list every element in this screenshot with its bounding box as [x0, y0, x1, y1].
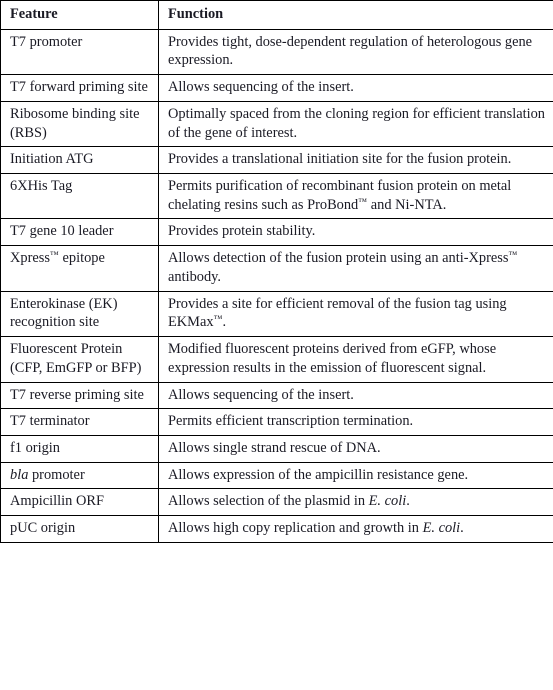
- cell-function: Provides a translational initiation site…: [158, 146, 553, 175]
- trademark-symbol: ™: [213, 313, 223, 324]
- italic-term: E. coli: [368, 493, 407, 510]
- cell-feature: bla promoter: [0, 462, 159, 490]
- table-row: T7 reverse priming site Allows sequencing…: [0, 382, 553, 410]
- cell-function: Allows detection of the fusion protein u…: [158, 245, 553, 292]
- cell-feature: Xpress™ epitope: [0, 245, 159, 292]
- cell-feature: 6XHis Tag: [0, 173, 159, 220]
- table-row: f1 origin Allows single strand rescue of …: [0, 435, 553, 463]
- cell-feature: T7 promoter: [0, 29, 159, 76]
- feature-function-table: Feature Function T7 promoter Provides tig…: [0, 0, 553, 543]
- cell-function: Allows selection of the plasmid in E. co…: [158, 488, 553, 517]
- trademark-symbol: ™: [508, 249, 518, 260]
- table-row: Xpress™ epitope Allows detection of the f…: [0, 245, 553, 292]
- table-row: Ampicillin ORF Allows selection of the pl…: [0, 488, 553, 517]
- cell-feature: Fluorescent Protein (CFP, EmGFP or BFP): [0, 336, 159, 383]
- cell-function: Allows high copy replication and growth …: [158, 515, 553, 543]
- table-row: Enterokinase (EK) recognition site Provid…: [0, 291, 553, 338]
- table-row: Fluorescent Protein (CFP, EmGFP or BFP) M…: [0, 336, 553, 383]
- table-row: T7 promoter Provides tight, dose-dependen…: [0, 29, 553, 76]
- table-row: Initiation ATG Provides a translational i…: [0, 146, 553, 175]
- cell-function: Permits efficient transcription terminat…: [158, 408, 553, 436]
- cell-function: Modified fluorescent proteins derived fr…: [158, 336, 553, 383]
- table-row: T7 terminator Permits efficient transcrip…: [0, 408, 553, 436]
- cell-feature: T7 forward priming site: [0, 74, 159, 102]
- cell-function: Optimally spaced from the cloning region…: [158, 101, 553, 148]
- table-row: Ribosome binding site (RBS) Optimally spa…: [0, 101, 553, 148]
- trademark-symbol: ™: [358, 196, 368, 207]
- italic-term: bla: [10, 466, 29, 483]
- cell-function: Provides protein stability.: [158, 218, 553, 247]
- table-row: bla promoter Allows expression of the amp…: [0, 462, 553, 490]
- cell-function: Permits purification of recombinant fusi…: [158, 173, 553, 220]
- table-body: T7 promoter Provides tight, dose-dependen…: [0, 29, 553, 543]
- table-row: 6XHis Tag Permits purification of recombi…: [0, 173, 553, 220]
- table-header-row: Feature Function: [0, 0, 553, 30]
- column-header-function: Function: [158, 0, 553, 30]
- cell-feature: Enterokinase (EK) recognition site: [0, 291, 159, 338]
- table-row: T7 gene 10 leader Provides protein stabil…: [0, 218, 553, 247]
- cell-function: Allows single strand rescue of DNA.: [158, 435, 553, 463]
- cell-function: Provides a site for efficient removal of…: [158, 291, 553, 338]
- cell-feature: Ampicillin ORF: [0, 488, 159, 517]
- cell-feature: T7 terminator: [0, 408, 159, 436]
- cell-function: Allows expression of the ampicillin resi…: [158, 462, 553, 490]
- trademark-symbol: ™: [49, 249, 59, 260]
- cell-function: Allows sequencing of the insert.: [158, 382, 553, 410]
- cell-function: Allows sequencing of the insert.: [158, 74, 553, 102]
- cell-feature: T7 reverse priming site: [0, 382, 159, 410]
- cell-feature: Ribosome binding site (RBS): [0, 101, 159, 148]
- cell-feature: Initiation ATG: [0, 146, 159, 175]
- italic-term: E. coli: [422, 520, 461, 537]
- cell-feature: pUC origin: [0, 515, 159, 543]
- table-row: pUC origin Allows high copy replication a…: [0, 515, 553, 543]
- table-header: Feature Function: [0, 0, 553, 30]
- column-header-feature: Feature: [0, 0, 159, 30]
- cell-feature: T7 gene 10 leader: [0, 218, 159, 247]
- table-row: T7 forward priming site Allows sequencing…: [0, 74, 553, 102]
- cell-function: Provides tight, dose-dependent regulatio…: [158, 29, 553, 76]
- cell-feature: f1 origin: [0, 435, 159, 463]
